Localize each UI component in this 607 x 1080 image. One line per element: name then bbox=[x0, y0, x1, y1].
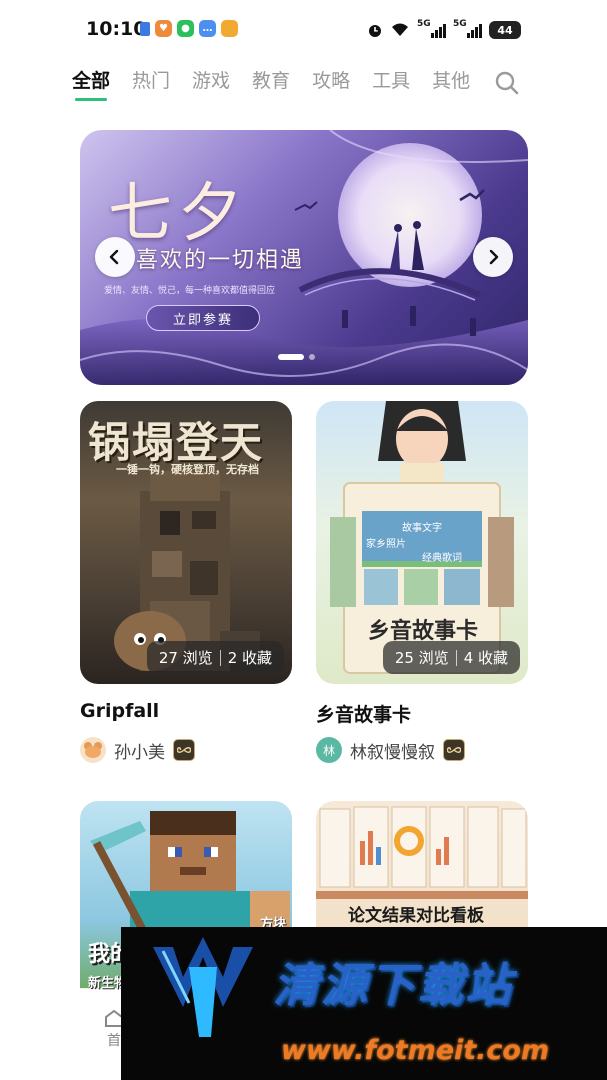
chevron-right-icon bbox=[489, 249, 499, 265]
signal-icon-1: 5G bbox=[417, 19, 446, 38]
notification-icons: ♥ ● … bbox=[140, 20, 238, 37]
cover-label-lyrics: 经典歌词 bbox=[422, 553, 462, 564]
banner-tagline: 爱情、友情、悦己，每一种喜欢都值得回应 bbox=[104, 286, 276, 296]
banner-subtitle: 喜欢的一切相遇 bbox=[136, 248, 305, 273]
wechat-icon: ● bbox=[177, 20, 194, 37]
watermark-title: 清源下载站 bbox=[273, 958, 513, 1012]
site-watermark: 清源下载站 www.fotmeit.com bbox=[121, 927, 607, 1080]
message-icon: … bbox=[199, 20, 216, 37]
author-avatar: 林 bbox=[316, 737, 342, 763]
tab-guides[interactable]: 攻略 bbox=[312, 66, 350, 101]
heart-app-icon: ♥ bbox=[155, 20, 172, 37]
card-stats: 25 浏览 4 收藏 bbox=[382, 641, 520, 674]
pagination-dot[interactable] bbox=[309, 354, 315, 360]
tab-hot[interactable]: 热门 bbox=[132, 66, 170, 101]
system-icons: 5G 5G 44 bbox=[367, 18, 521, 42]
author-name: 孙小美 bbox=[114, 742, 165, 763]
status-bar: 10:10 ♥ ● … 5G 5G 44 bbox=[0, 0, 607, 60]
tab-education[interactable]: 教育 bbox=[252, 66, 290, 101]
alarm-icon bbox=[369, 25, 381, 37]
banner-title: 七夕 bbox=[108, 177, 248, 251]
card-author[interactable]: 林 林叙慢慢叙 bbox=[316, 737, 465, 763]
card-cover-image: 锅塌登天 一锤一钩，硬核登顶，无存档 27 浏览 2 收藏 bbox=[80, 401, 292, 684]
favorites-count: 4 收藏 bbox=[463, 649, 508, 667]
creator-badge-icon bbox=[443, 739, 465, 761]
tab-other[interactable]: 其他 bbox=[432, 66, 470, 101]
card-cover-image: 故事文字 家乡照片 经典歌词 乡音故事卡 25 浏览 4 收藏 bbox=[316, 401, 528, 684]
views-count: 27 浏览 bbox=[158, 649, 213, 667]
watermark-url: www.fotmeit.com bbox=[281, 1035, 550, 1066]
project-card-hometown-stories[interactable]: 故事文字 家乡照片 经典歌词 乡音故事卡 25 浏览 4 收藏 乡音故事卡 林 … bbox=[316, 401, 528, 771]
cover-label-photo: 家乡照片 bbox=[366, 539, 406, 550]
tab-all[interactable]: 全部 bbox=[72, 66, 110, 101]
project-card-gripfall[interactable]: 锅塌登天 一锤一钩，硬核登顶，无存档 27 浏览 2 收藏 Gripfall 孙… bbox=[80, 401, 292, 771]
tab-tools[interactable]: 工具 bbox=[372, 66, 410, 101]
pagination-dot[interactable] bbox=[278, 354, 304, 360]
app-icon bbox=[221, 20, 238, 37]
banner-prev-button[interactable] bbox=[95, 237, 135, 277]
category-tabs: 全部 热门 游戏 教育 攻略 工具 其他 bbox=[72, 66, 470, 101]
cover-title: 论文结果对比看板 bbox=[348, 906, 484, 926]
search-icon[interactable] bbox=[494, 70, 520, 96]
creator-badge-icon bbox=[173, 739, 195, 761]
chevron-left-icon bbox=[109, 249, 119, 265]
promo-banner[interactable]: 七夕 喜欢的一切相遇 爱情、友情、悦己，每一种喜欢都值得回应 立即参赛 bbox=[80, 130, 528, 385]
cover-subtitle: 一锤一钩，硬核登顶，无存档 bbox=[116, 463, 259, 476]
wifi-icon bbox=[392, 23, 408, 36]
card-title: 乡音故事卡 bbox=[316, 704, 412, 726]
watermark-logo-icon bbox=[153, 937, 253, 1037]
battery-icon: 44 bbox=[489, 21, 521, 39]
author-name: 林叙慢慢叙 bbox=[350, 742, 435, 763]
card-stats: 27 浏览 2 收藏 bbox=[146, 641, 284, 674]
status-time: 10:10 bbox=[86, 18, 147, 40]
banner-next-button[interactable] bbox=[473, 237, 513, 277]
nav-home-label: 首 bbox=[107, 1033, 121, 1049]
app-notification-icon bbox=[140, 21, 150, 36]
signal-icon-2: 5G bbox=[453, 19, 482, 38]
card-author[interactable]: 孙小美 bbox=[80, 737, 195, 763]
join-contest-button[interactable]: 立即参赛 bbox=[146, 305, 260, 331]
author-avatar bbox=[80, 737, 106, 763]
favorites-count: 2 收藏 bbox=[227, 649, 272, 667]
banner-pagination bbox=[278, 354, 315, 360]
views-count: 25 浏览 bbox=[394, 649, 449, 667]
cover-label-story: 故事文字 bbox=[402, 523, 442, 534]
tab-games[interactable]: 游戏 bbox=[192, 66, 230, 101]
card-title: Gripfall bbox=[80, 700, 160, 722]
